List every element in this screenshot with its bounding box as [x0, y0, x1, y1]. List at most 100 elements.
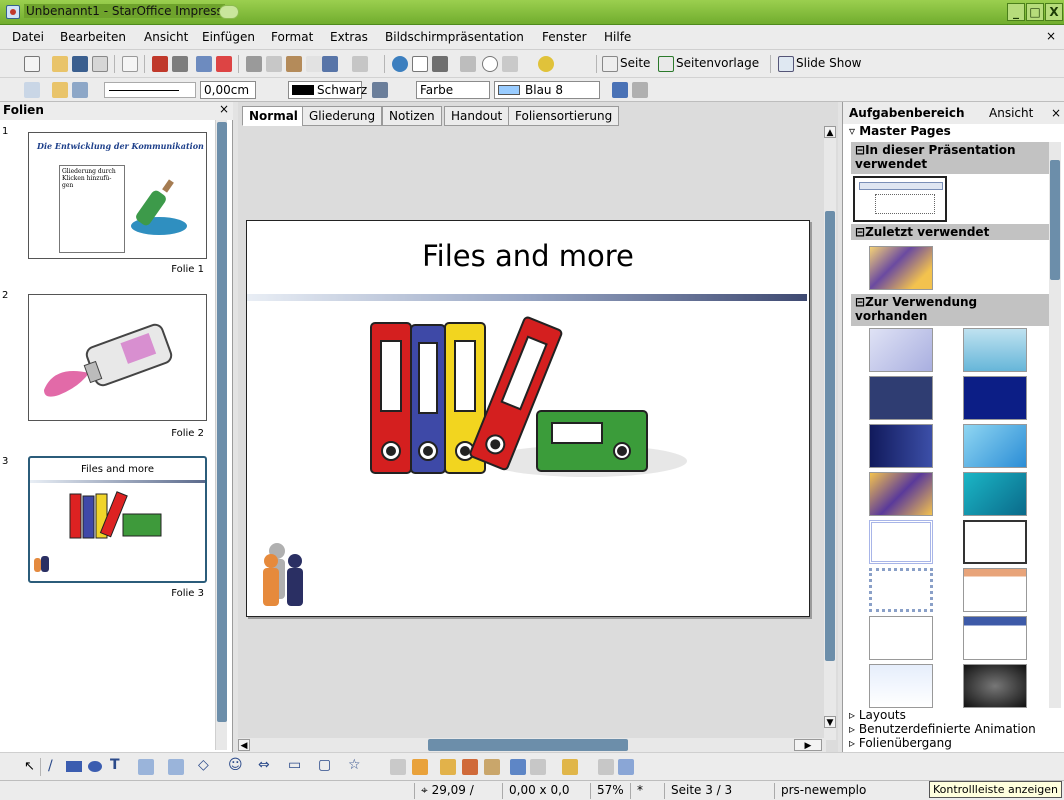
helplines-icon[interactable] [460, 56, 476, 72]
new-document-icon[interactable] [24, 56, 40, 72]
scroll-thumb[interactable] [1050, 160, 1060, 280]
line-width-input[interactable]: 0,00cm [200, 81, 256, 99]
master-page-thumb[interactable] [869, 520, 933, 564]
area-style-select[interactable]: Farbe [416, 81, 490, 99]
line-color-select[interactable]: Schwarz [288, 81, 367, 99]
line-tool-icon[interactable]: / [48, 758, 53, 774]
menu-hilfe[interactable]: Hilfe [600, 30, 635, 44]
scroll-left-arrow[interactable]: ◀ [238, 739, 250, 751]
basic-shapes-icon[interactable]: ◇ [198, 757, 209, 773]
master-page-thumb[interactable] [963, 520, 1027, 564]
fontwork-icon[interactable] [440, 759, 456, 775]
scroll-down-arrow[interactable]: ▼ [824, 716, 836, 728]
table-icon[interactable] [412, 56, 428, 72]
redo-icon[interactable] [352, 56, 368, 72]
section-available[interactable]: ⊟Zur Verwendung vorhanden [851, 294, 1049, 326]
scroll-thumb[interactable] [428, 739, 628, 751]
tab-handout[interactable]: Handout [444, 106, 510, 126]
shadow-icon[interactable] [612, 82, 628, 98]
master-page-thumb[interactable] [963, 568, 1027, 612]
master-page-thumb[interactable] [869, 664, 933, 708]
menu-fenster[interactable]: Fenster [538, 30, 591, 44]
menu-bildschirmpraesentation[interactable]: Bildschirmpräsentation [381, 30, 528, 44]
master-page-thumb[interactable] [869, 328, 933, 372]
menu-einfuegen[interactable]: Einfügen [198, 30, 259, 44]
tab-notizen[interactable]: Notizen [382, 106, 442, 126]
maximize-button[interactable]: □ [1026, 3, 1044, 21]
zoom-icon[interactable] [502, 56, 518, 72]
task-pane-close-button[interactable]: × [1051, 106, 1061, 120]
zoom-readout[interactable]: 57% [590, 783, 630, 799]
master-page-thumb[interactable] [963, 472, 1027, 516]
stars-icon[interactable]: ☆ [348, 757, 361, 773]
tab-foliensortierung[interactable]: Foliensortierung [508, 106, 620, 126]
select-arrow-icon[interactable]: ↖ [24, 759, 35, 774]
block-arrows-icon[interactable]: ⇔ [258, 757, 270, 773]
slide-thumbnail-2[interactable] [28, 294, 207, 421]
spellcheck-icon[interactable] [196, 56, 212, 72]
rectangle-tool-icon[interactable] [66, 761, 82, 772]
flowchart-icon[interactable]: ▭ [288, 757, 301, 773]
navigator-icon[interactable] [482, 56, 498, 72]
menu-extras[interactable]: Extras [326, 30, 372, 44]
export-pdf-icon[interactable] [152, 56, 168, 72]
master-page-thumb[interactable] [963, 616, 1027, 660]
save-icon[interactable] [72, 56, 88, 72]
rotate-icon[interactable] [510, 759, 526, 775]
cut-icon[interactable] [246, 56, 262, 72]
extrusion-icon[interactable] [598, 759, 614, 775]
ellipse-tool-icon[interactable] [88, 761, 102, 772]
layouts-section[interactable]: ▹ Layouts [849, 708, 906, 722]
chart-icon[interactable] [392, 56, 408, 72]
close-window-button[interactable]: X [1045, 3, 1063, 21]
display-grid-icon[interactable] [432, 56, 448, 72]
help-icon[interactable] [538, 56, 554, 72]
master-page-thumb[interactable] [869, 424, 933, 468]
seite-button[interactable]: Seite [620, 56, 650, 70]
line-icon[interactable] [52, 82, 68, 98]
menu-datei[interactable]: Datei [8, 30, 48, 44]
arrow-style-icon[interactable] [72, 82, 88, 98]
master-page-thumb[interactable] [869, 472, 933, 516]
editor-vertical-scrollbar[interactable]: ▲ ▼ [824, 126, 836, 740]
line-style-select[interactable] [104, 82, 196, 98]
edit-file-icon[interactable] [122, 56, 138, 72]
menu-format[interactable]: Format [267, 30, 317, 44]
tab-gliederung[interactable]: Gliederung [302, 106, 383, 126]
paste-icon[interactable] [286, 56, 302, 72]
menu-ansicht[interactable]: Ansicht [140, 30, 192, 44]
area-color-select[interactable]: Blau 8 [494, 81, 600, 99]
auto-spellcheck-icon[interactable] [216, 56, 232, 72]
section-used[interactable]: ⊟In dieser Präsentation verwendet [851, 142, 1049, 174]
symbol-shapes-icon[interactable]: ☺ [228, 757, 243, 773]
minimize-button[interactable]: _ [1007, 3, 1025, 21]
text-tool-icon[interactable]: T [110, 757, 120, 773]
current-slide[interactable]: Files and more [246, 220, 810, 617]
points-icon[interactable] [390, 759, 406, 775]
copy-icon[interactable] [266, 56, 282, 72]
master-page-thumb[interactable] [869, 568, 933, 612]
gallery-icon[interactable] [484, 759, 500, 775]
section-recent[interactable]: ⊟Zuletzt verwendet [851, 224, 1049, 240]
styles-icon[interactable] [24, 82, 40, 98]
mail-icon[interactable] [92, 56, 108, 72]
slides-pane-close-button[interactable]: × [219, 102, 229, 116]
task-pane-view-menu[interactable]: Ansicht [989, 106, 1033, 120]
curve-tool-icon[interactable] [138, 759, 154, 775]
format-paintbrush-icon[interactable] [306, 56, 322, 72]
close-document-button[interactable]: × [1042, 29, 1060, 43]
slide-title[interactable]: Files and more [247, 239, 809, 273]
arrange-icon[interactable] [562, 759, 578, 775]
area-fill-icon[interactable] [372, 82, 388, 98]
scroll-thumb[interactable] [825, 211, 835, 661]
master-page-thumb[interactable] [869, 376, 933, 420]
scroll-right-arrow[interactable]: ▶ [794, 739, 822, 751]
print-icon[interactable] [172, 56, 188, 72]
slides-pane-scrollbar[interactable] [215, 120, 227, 750]
connector-tool-icon[interactable] [168, 759, 184, 775]
master-page-thumb[interactable] [963, 328, 1027, 372]
master-page-thumb[interactable] [869, 616, 933, 660]
master-pages-heading[interactable]: ▿ Master Pages [849, 124, 951, 138]
undo-icon[interactable] [322, 56, 338, 72]
alignment-icon[interactable] [530, 759, 546, 775]
